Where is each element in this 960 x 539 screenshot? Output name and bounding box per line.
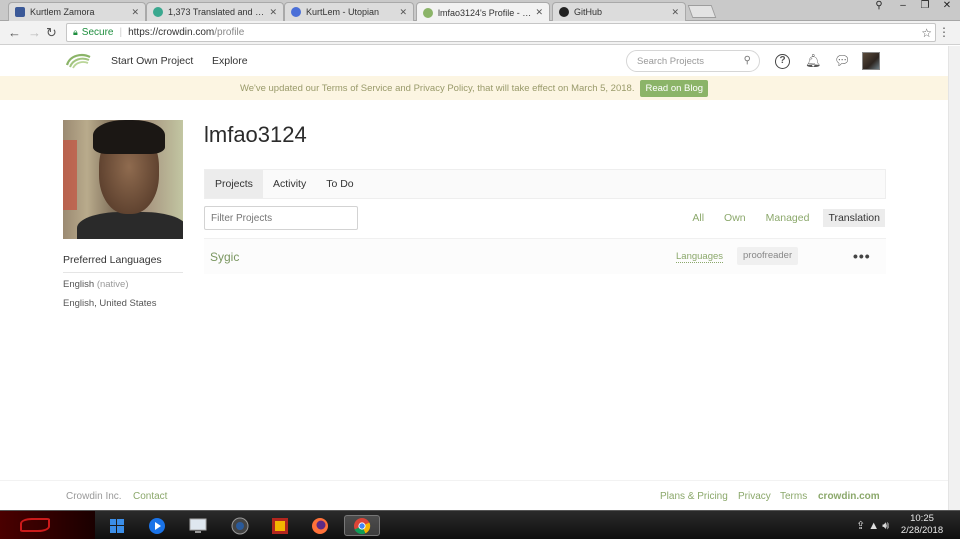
site-favicon-icon — [153, 7, 163, 17]
url-field[interactable]: 🔒︎ Secure | https://crowdin.com/profile — [66, 23, 936, 42]
secure-label: Secure — [81, 27, 114, 38]
filter-projects-input[interactable] — [204, 206, 358, 230]
site-header: Start Own Project Explore Search Project… — [0, 46, 960, 76]
system-tray-icons[interactable]: ⇪ ▲ 🔊︎ — [856, 519, 889, 533]
search-input[interactable]: Search Projects ⚲ — [626, 50, 760, 72]
address-bar: ← → ↻ 🔒︎ Secure | https://crowdin.com/pr… — [0, 21, 960, 45]
tab-title: Kurtlem Zamora — [30, 7, 95, 17]
crowdin-logo-icon[interactable] — [64, 51, 92, 71]
footer-privacy-link[interactable]: Privacy — [738, 491, 771, 502]
project-name-link[interactable]: Sygic — [210, 250, 239, 264]
rog-logo-icon — [20, 518, 50, 532]
footer-terms-link[interactable]: Terms — [780, 491, 807, 502]
browser-tab-strip: Kurtlem Zamora ✕ 1,373 Translated and Pr… — [0, 0, 960, 22]
close-tab-icon[interactable]: ✕ — [535, 7, 543, 18]
new-tab-button[interactable] — [687, 5, 717, 18]
messages-icon[interactable]: 💬︎ — [834, 53, 851, 69]
footer-plans-link[interactable]: Plans & Pricing — [660, 491, 728, 502]
browser-tab-github[interactable]: GitHub ✕ — [552, 2, 686, 21]
tab-title: KurtLem - Utopian — [306, 7, 380, 17]
user-profile-icon[interactable]: ⚲ — [868, 0, 890, 14]
search-placeholder: Search Projects — [637, 55, 705, 67]
profile-photo — [63, 120, 183, 239]
tab-projects[interactable]: Projects — [205, 170, 263, 198]
windows-taskbar: ⇪ ▲ 🔊︎ 10:25 2/28/2018 — [0, 510, 960, 539]
url-path: /profile — [214, 27, 245, 38]
crowdin-favicon-icon — [423, 7, 433, 18]
filter-managed[interactable]: Managed — [766, 212, 810, 224]
recorder-icon[interactable] — [269, 515, 291, 536]
clock-time: 10:25 — [910, 513, 934, 524]
tab-title: GitHub — [574, 7, 603, 17]
browser-tab-crowdin-profile[interactable]: lmfao3124's Profile - Use ✕ — [416, 2, 550, 22]
tab-title: lmfao3124's Profile - Use — [438, 7, 532, 18]
close-tab-icon[interactable]: ✕ — [269, 7, 277, 18]
close-tab-icon[interactable]: ✕ — [399, 7, 407, 18]
facebook-icon — [15, 7, 25, 17]
browser-tab-utopian[interactable]: KurtLem - Utopian ✕ — [284, 2, 414, 21]
close-window-icon[interactable]: ✕ — [936, 0, 958, 14]
close-tab-icon[interactable]: ✕ — [671, 7, 679, 18]
filter-all[interactable]: All — [692, 212, 704, 224]
forward-icon[interactable]: → — [28, 25, 41, 40]
start-button[interactable] — [0, 511, 95, 539]
project-row: Sygic Languages proofreader ••• — [204, 238, 886, 274]
monitor-icon[interactable] — [187, 515, 209, 536]
language-item: English (native) — [63, 279, 129, 290]
lock-icon: 🔒︎ — [73, 27, 78, 37]
footer-contact-link[interactable]: Contact — [133, 491, 167, 502]
page-title: lmfao3124 — [204, 122, 307, 147]
close-tab-icon[interactable]: ✕ — [131, 7, 139, 18]
browser-menu-icon[interactable]: ⋮ — [938, 25, 950, 39]
avatar[interactable] — [862, 52, 880, 70]
banner-text: We've updated our Terms of Service and P… — [239, 82, 635, 94]
search-icon[interactable]: ⚲ — [744, 55, 751, 66]
url-host: https://crowdin.com — [128, 27, 215, 38]
minimize-icon[interactable]: – — [892, 0, 914, 14]
footer-company: Crowdin Inc. — [66, 491, 122, 502]
reload-icon[interactable]: ↻ — [46, 25, 57, 41]
back-icon[interactable]: ← — [8, 25, 21, 40]
camera-icon[interactable] — [229, 515, 251, 536]
windows-explorer-icon[interactable] — [106, 515, 128, 536]
github-icon — [559, 7, 569, 17]
nav-explore[interactable]: Explore — [212, 55, 248, 67]
firefox-icon[interactable] — [309, 515, 331, 536]
project-filters: All Own Managed Translation — [672, 209, 885, 227]
site-footer: Crowdin Inc. Contact Plans & Pricing Pri… — [0, 480, 948, 510]
nav-start-own-project[interactable]: Start Own Project — [111, 55, 193, 67]
media-player-icon[interactable] — [146, 515, 168, 536]
chrome-icon[interactable] — [344, 515, 380, 536]
more-options-icon[interactable]: ••• — [853, 248, 871, 264]
language-item: English, United States — [63, 298, 157, 309]
filter-own[interactable]: Own — [724, 212, 746, 224]
tab-activity[interactable]: Activity — [263, 170, 316, 198]
project-languages-link[interactable]: Languages — [676, 251, 724, 263]
filter-translation[interactable]: Translation — [823, 209, 885, 227]
profile-tabs: Projects Activity To Do — [204, 169, 886, 199]
bell-icon[interactable]: 🔔︎ — [805, 53, 822, 69]
project-role-badge: proofreader — [737, 247, 799, 265]
utopian-icon — [291, 7, 301, 17]
footer-brand-link[interactable]: crowdin.com — [818, 491, 880, 502]
taskbar-clock[interactable]: 10:25 2/28/2018 — [898, 513, 946, 537]
tab-todo[interactable]: To Do — [316, 170, 363, 198]
terms-update-banner: We've updated our Terms of Service and P… — [0, 76, 948, 100]
read-on-blog-button[interactable]: Read on Blog — [640, 79, 709, 97]
page-scrollbar[interactable] — [948, 46, 960, 510]
preferred-languages-title: Preferred Languages — [63, 254, 183, 273]
tab-title: 1,373 Translated and Pré — [168, 7, 266, 17]
browser-tab-facebook[interactable]: Kurtlem Zamora ✕ — [8, 2, 146, 21]
clock-date: 2/28/2018 — [900, 525, 944, 536]
help-icon[interactable]: ? — [775, 54, 790, 69]
bookmark-star-icon[interactable]: ☆ — [921, 26, 932, 40]
restore-icon[interactable]: ❐ — [914, 0, 936, 14]
browser-tab-translated[interactable]: 1,373 Translated and Pré ✕ — [146, 2, 284, 21]
